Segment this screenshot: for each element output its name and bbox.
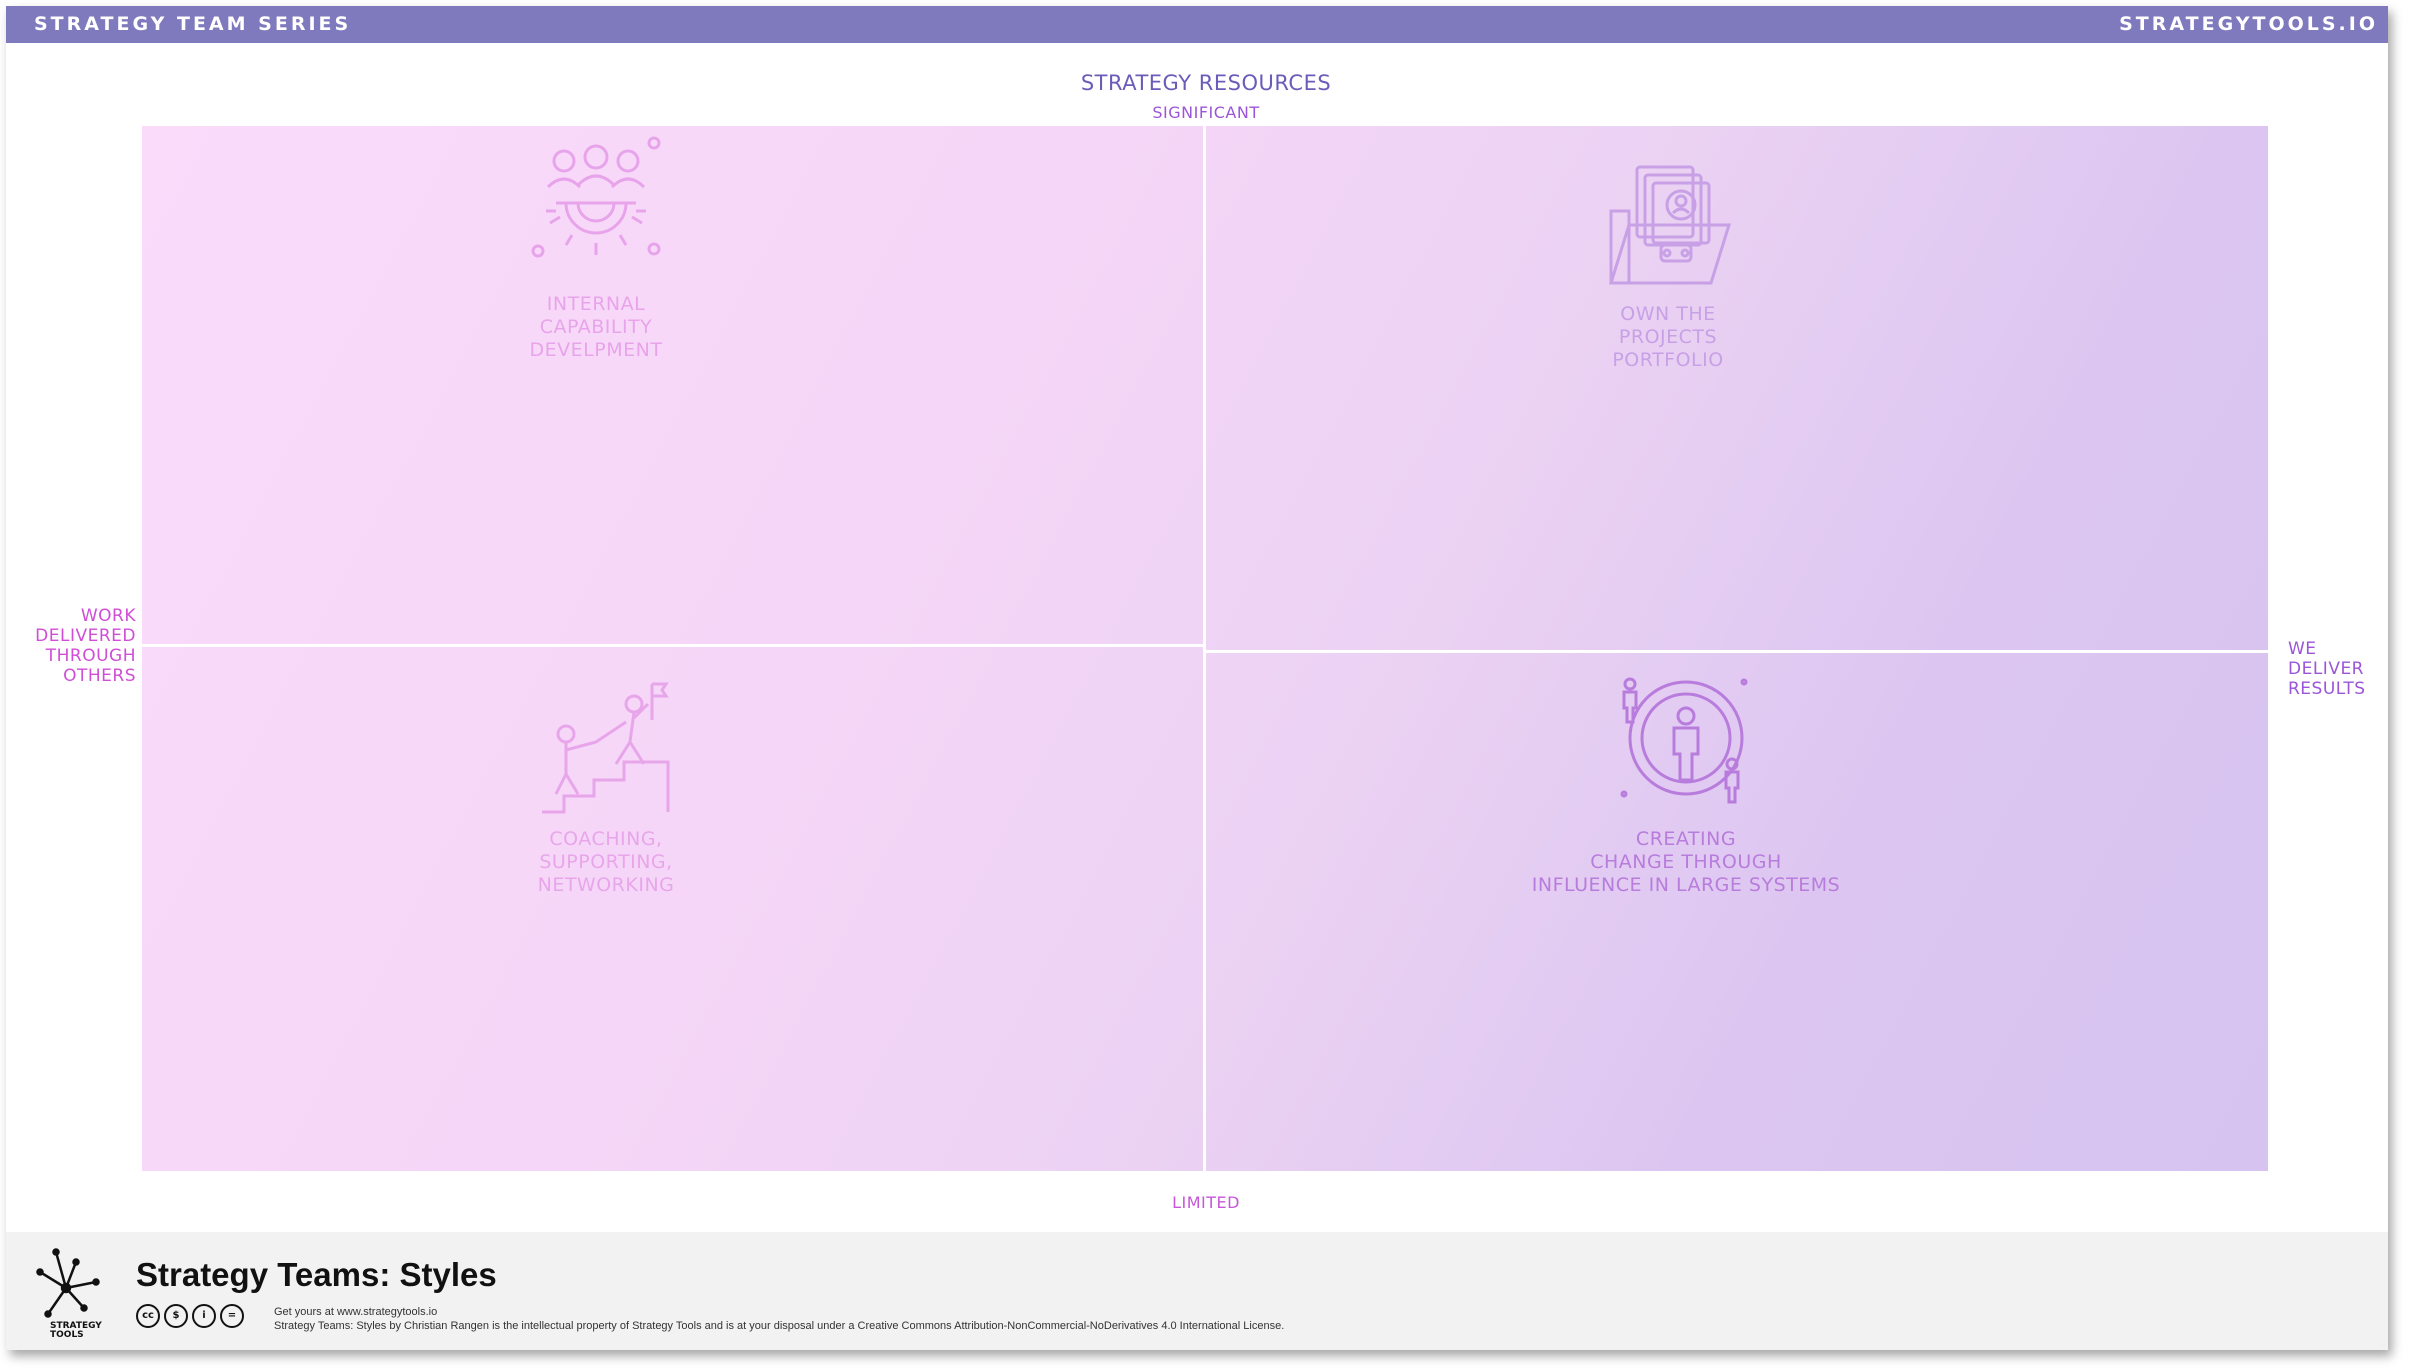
coaching-climb-icon — [542, 682, 670, 814]
network-logo-icon: STRATEGY TOOLS — [36, 1248, 102, 1340]
strategy-tools-logo: STRATEGY TOOLS — [36, 1248, 116, 1340]
nd-icon: = — [220, 1304, 244, 1328]
get-yours-text: Get yours at www.strategytools.io — [274, 1306, 438, 1318]
axis-left-label: WORK DELIVERED THROUGH OTHERS — [26, 606, 136, 686]
matrix-sheet: STRATEGY TEAM SERIES STRATEGYTOOLS.IO ST… — [6, 6, 2388, 1350]
svg-text:TOOLS: TOOLS — [50, 1330, 84, 1338]
quadrant-bottom-right-label: CREATING CHANGE THROUGH INFLUENCE IN LAR… — [1531, 828, 1841, 896]
canvas: STRATEGY TEAM SERIES STRATEGYTOOLS.IO ST… — [0, 0, 2412, 1372]
horizontal-divider-right — [1206, 650, 2268, 653]
site-label: STRATEGYTOOLS.IO — [2119, 13, 2378, 35]
axis-right-label: WE DELIVER RESULTS — [2288, 639, 2388, 699]
quadrant-top-left-label: INTERNAL CAPABILITY DEVELPMENT — [529, 293, 663, 361]
quadrant-bottom-left: COACHING, SUPPORTING, NETWORKING — [446, 676, 766, 897]
axis-left-label-text: WORK DELIVERED THROUGH OTHERS — [35, 606, 136, 686]
quadrant-bottom-left-label: COACHING, SUPPORTING, NETWORKING — [537, 828, 675, 896]
license-text: Strategy Teams: Styles by Christian Rang… — [274, 1320, 1285, 1332]
by-icon: i — [192, 1304, 216, 1328]
axis-bottom-label: LIMITED — [1172, 1193, 1240, 1212]
vertical-axis-title: STRATEGY RESOURCES — [1080, 71, 1332, 95]
folder-portfolio-icon — [1608, 165, 1732, 285]
quadrant-top-right: OWN THE PROJECTS PORTFOLIO — [1508, 161, 1828, 372]
horizontal-divider-left — [142, 644, 1203, 647]
quadrant-bottom-right: CREATING CHANGE THROUGH INFLUENCE IN LAR… — [1456, 676, 1916, 897]
axis-right-label-text: WE DELIVER RESULTS — [2288, 639, 2366, 699]
footer: STRATEGY TOOLS Strategy Teams: Styles cc… — [6, 1232, 2388, 1350]
quadrant-top-right-label: OWN THE PROJECTS PORTFOLIO — [1612, 303, 1724, 371]
vertical-divider — [1203, 126, 1206, 1171]
top-bar: STRATEGY TEAM SERIES STRATEGYTOOLS.IO — [6, 6, 2388, 43]
cc-license-icons: cc $ i = — [136, 1304, 244, 1328]
influence-people-icon — [1620, 677, 1748, 804]
series-label: STRATEGY TEAM SERIES — [34, 13, 352, 35]
nc-icon: $ — [164, 1304, 188, 1328]
cc-icon: cc — [136, 1304, 160, 1328]
axis-top-label: SIGNIFICANT — [1152, 103, 1260, 122]
quadrant-top-left: INTERNAL CAPABILITY DEVELPMENT — [436, 131, 756, 362]
footer-title: Strategy Teams: Styles — [136, 1256, 497, 1293]
team-gear-icon — [531, 136, 661, 258]
